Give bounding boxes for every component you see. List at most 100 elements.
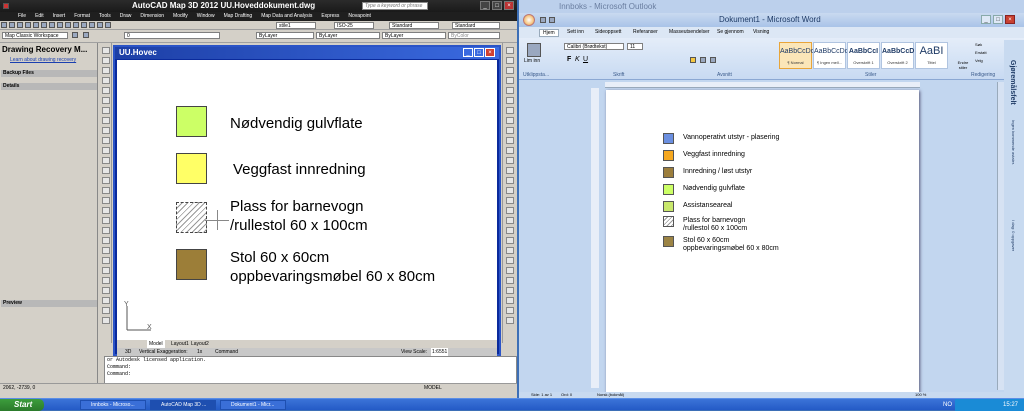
copy-icon[interactable] bbox=[41, 22, 47, 28]
modify-tool-icon[interactable] bbox=[506, 137, 514, 144]
draw-tool-icon[interactable] bbox=[102, 247, 110, 254]
tab-layout2[interactable]: Layout2 bbox=[189, 340, 211, 348]
3d-status[interactable]: 3D bbox=[125, 348, 131, 356]
draw-tool-icon[interactable] bbox=[102, 207, 110, 214]
draw-tool-icon[interactable] bbox=[102, 137, 110, 144]
modify-tool-icon[interactable] bbox=[506, 97, 514, 104]
menu-map-drafting[interactable]: Map Drafting bbox=[224, 12, 253, 21]
modify-tool-icon[interactable] bbox=[506, 297, 514, 304]
horizontal-ruler[interactable] bbox=[605, 82, 920, 88]
word-close-icon[interactable]: × bbox=[1005, 15, 1015, 24]
pan-icon[interactable] bbox=[73, 22, 79, 28]
backup-files-header[interactable]: Backup Files bbox=[1, 70, 97, 77]
details-header[interactable]: Details bbox=[1, 83, 97, 90]
draw-tool-icon[interactable] bbox=[102, 117, 110, 124]
undo-icon[interactable] bbox=[549, 17, 555, 23]
task-word[interactable]: Dokument1 - Micr... bbox=[220, 400, 286, 410]
modify-tool-icon[interactable] bbox=[506, 217, 514, 224]
tab-masseutsendelser[interactable]: Masseutsendelser bbox=[669, 29, 710, 35]
draw-tool-icon[interactable] bbox=[102, 57, 110, 64]
menu-express[interactable]: Express bbox=[321, 12, 339, 21]
modify-tool-icon[interactable] bbox=[506, 237, 514, 244]
menu-modify[interactable]: Modify bbox=[173, 12, 188, 21]
font-dropdown[interactable]: Calibri (Brødtekst) bbox=[564, 43, 624, 50]
document-page[interactable]: Vannoperativt utstyr - plasering Veggfast… bbox=[606, 90, 919, 398]
modify-tool-icon[interactable] bbox=[506, 47, 514, 54]
draw-tool-icon[interactable] bbox=[102, 167, 110, 174]
modify-tool-icon[interactable] bbox=[506, 267, 514, 274]
modify-tool-icon[interactable] bbox=[506, 57, 514, 64]
draw-tool-icon[interactable] bbox=[102, 67, 110, 74]
modify-tool-icon[interactable] bbox=[506, 157, 514, 164]
open-icon[interactable] bbox=[9, 22, 15, 28]
modify-tool-icon[interactable] bbox=[506, 277, 514, 284]
modify-tool-icon[interactable] bbox=[506, 167, 514, 174]
draw-tool-icon[interactable] bbox=[102, 177, 110, 184]
recovery-help-link[interactable]: Learn about drawing recovery bbox=[10, 57, 76, 63]
workspace-dropdown[interactable]: Map Classic Workspace bbox=[2, 32, 68, 39]
autocad-app-icon[interactable] bbox=[3, 3, 9, 9]
modify-tool-icon[interactable] bbox=[506, 227, 514, 234]
menu-tools[interactable]: Tools bbox=[99, 12, 111, 21]
save-icon[interactable] bbox=[17, 22, 23, 28]
modify-tool-icon[interactable] bbox=[506, 307, 514, 314]
align-left-icon[interactable] bbox=[690, 57, 696, 63]
menu-edit[interactable]: Edit bbox=[35, 12, 44, 21]
menu-novapoint[interactable]: Novapoint bbox=[348, 12, 371, 21]
draw-tool-icon[interactable] bbox=[102, 297, 110, 304]
style-heading1[interactable]: AaBbCcI Overskrift 1 bbox=[847, 42, 880, 69]
command-window[interactable]: or Autodesk licensed application. Comman… bbox=[104, 356, 517, 384]
draw-tool-icon[interactable] bbox=[102, 107, 110, 114]
linetype-dropdown[interactable]: ByLayer bbox=[316, 32, 380, 39]
word-maximize-icon[interactable]: □ bbox=[993, 15, 1003, 24]
command-status[interactable]: Command bbox=[215, 348, 238, 356]
draw-tool-icon[interactable] bbox=[102, 317, 110, 324]
properties-icon[interactable] bbox=[89, 22, 95, 28]
draw-tool-icon[interactable] bbox=[102, 197, 110, 204]
plotstyle-dropdown[interactable]: ByColor bbox=[448, 32, 500, 39]
vertical-ruler[interactable] bbox=[591, 88, 599, 388]
style-dropdown[interactable]: stile1 bbox=[276, 22, 316, 29]
paste-label[interactable]: Lim inn bbox=[524, 58, 540, 64]
change-styles-button[interactable]: Endre stiler bbox=[955, 60, 971, 70]
print-icon[interactable] bbox=[25, 22, 31, 28]
paste-icon[interactable] bbox=[527, 43, 541, 57]
modify-tool-icon[interactable] bbox=[506, 67, 514, 74]
underline-icon[interactable]: U bbox=[583, 56, 588, 63]
todo-bar-title[interactable]: Gjøremålsfelt bbox=[1009, 60, 1016, 105]
modify-tool-icon[interactable] bbox=[506, 177, 514, 184]
modify-tool-icon[interactable] bbox=[506, 147, 514, 154]
tab-sideoppsett[interactable]: Sideoppsett bbox=[595, 29, 621, 35]
settings-icon[interactable] bbox=[72, 32, 78, 38]
menu-window[interactable]: Window bbox=[197, 12, 215, 21]
paste-icon[interactable] bbox=[49, 22, 55, 28]
autocad-search-input[interactable]: Type a keyword or phrase bbox=[362, 2, 428, 10]
menu-format[interactable]: Format bbox=[74, 12, 90, 21]
lineweight-dropdown[interactable]: ByLayer bbox=[382, 32, 446, 39]
align-right-icon[interactable] bbox=[710, 57, 716, 63]
layer-dropdown[interactable]: 0 bbox=[124, 32, 220, 39]
bold-icon[interactable]: F bbox=[567, 56, 571, 63]
tab-referanser[interactable]: Referanser bbox=[633, 29, 658, 35]
model-toggle[interactable]: MODEL bbox=[424, 384, 442, 393]
dimstyle-dropdown[interactable]: ISO-25 bbox=[334, 22, 374, 29]
modify-tool-icon[interactable] bbox=[506, 317, 514, 324]
draw-tool-icon[interactable] bbox=[102, 287, 110, 294]
style-title[interactable]: AaBI Tittel bbox=[915, 42, 948, 69]
select-button[interactable]: Velg bbox=[975, 58, 983, 63]
modify-tool-icon[interactable] bbox=[506, 77, 514, 84]
menu-draw[interactable]: Draw bbox=[120, 12, 132, 21]
draw-tool-icon[interactable] bbox=[102, 147, 110, 154]
close-icon[interactable]: × bbox=[504, 1, 514, 10]
font-size-dropdown[interactable]: 11 bbox=[627, 43, 643, 50]
zoom-icon[interactable] bbox=[81, 22, 87, 28]
draw-tool-icon[interactable] bbox=[102, 277, 110, 284]
help-icon[interactable] bbox=[105, 22, 111, 28]
modify-tool-icon[interactable] bbox=[506, 107, 514, 114]
tab-se-gjennom[interactable]: Se gjennom bbox=[717, 29, 744, 35]
textstyle-dropdown[interactable]: Standard bbox=[389, 22, 439, 29]
modify-tool-icon[interactable] bbox=[506, 257, 514, 264]
modify-tool-icon[interactable] bbox=[506, 207, 514, 214]
draw-tool-icon[interactable] bbox=[102, 267, 110, 274]
menu-insert[interactable]: Insert bbox=[53, 12, 66, 21]
